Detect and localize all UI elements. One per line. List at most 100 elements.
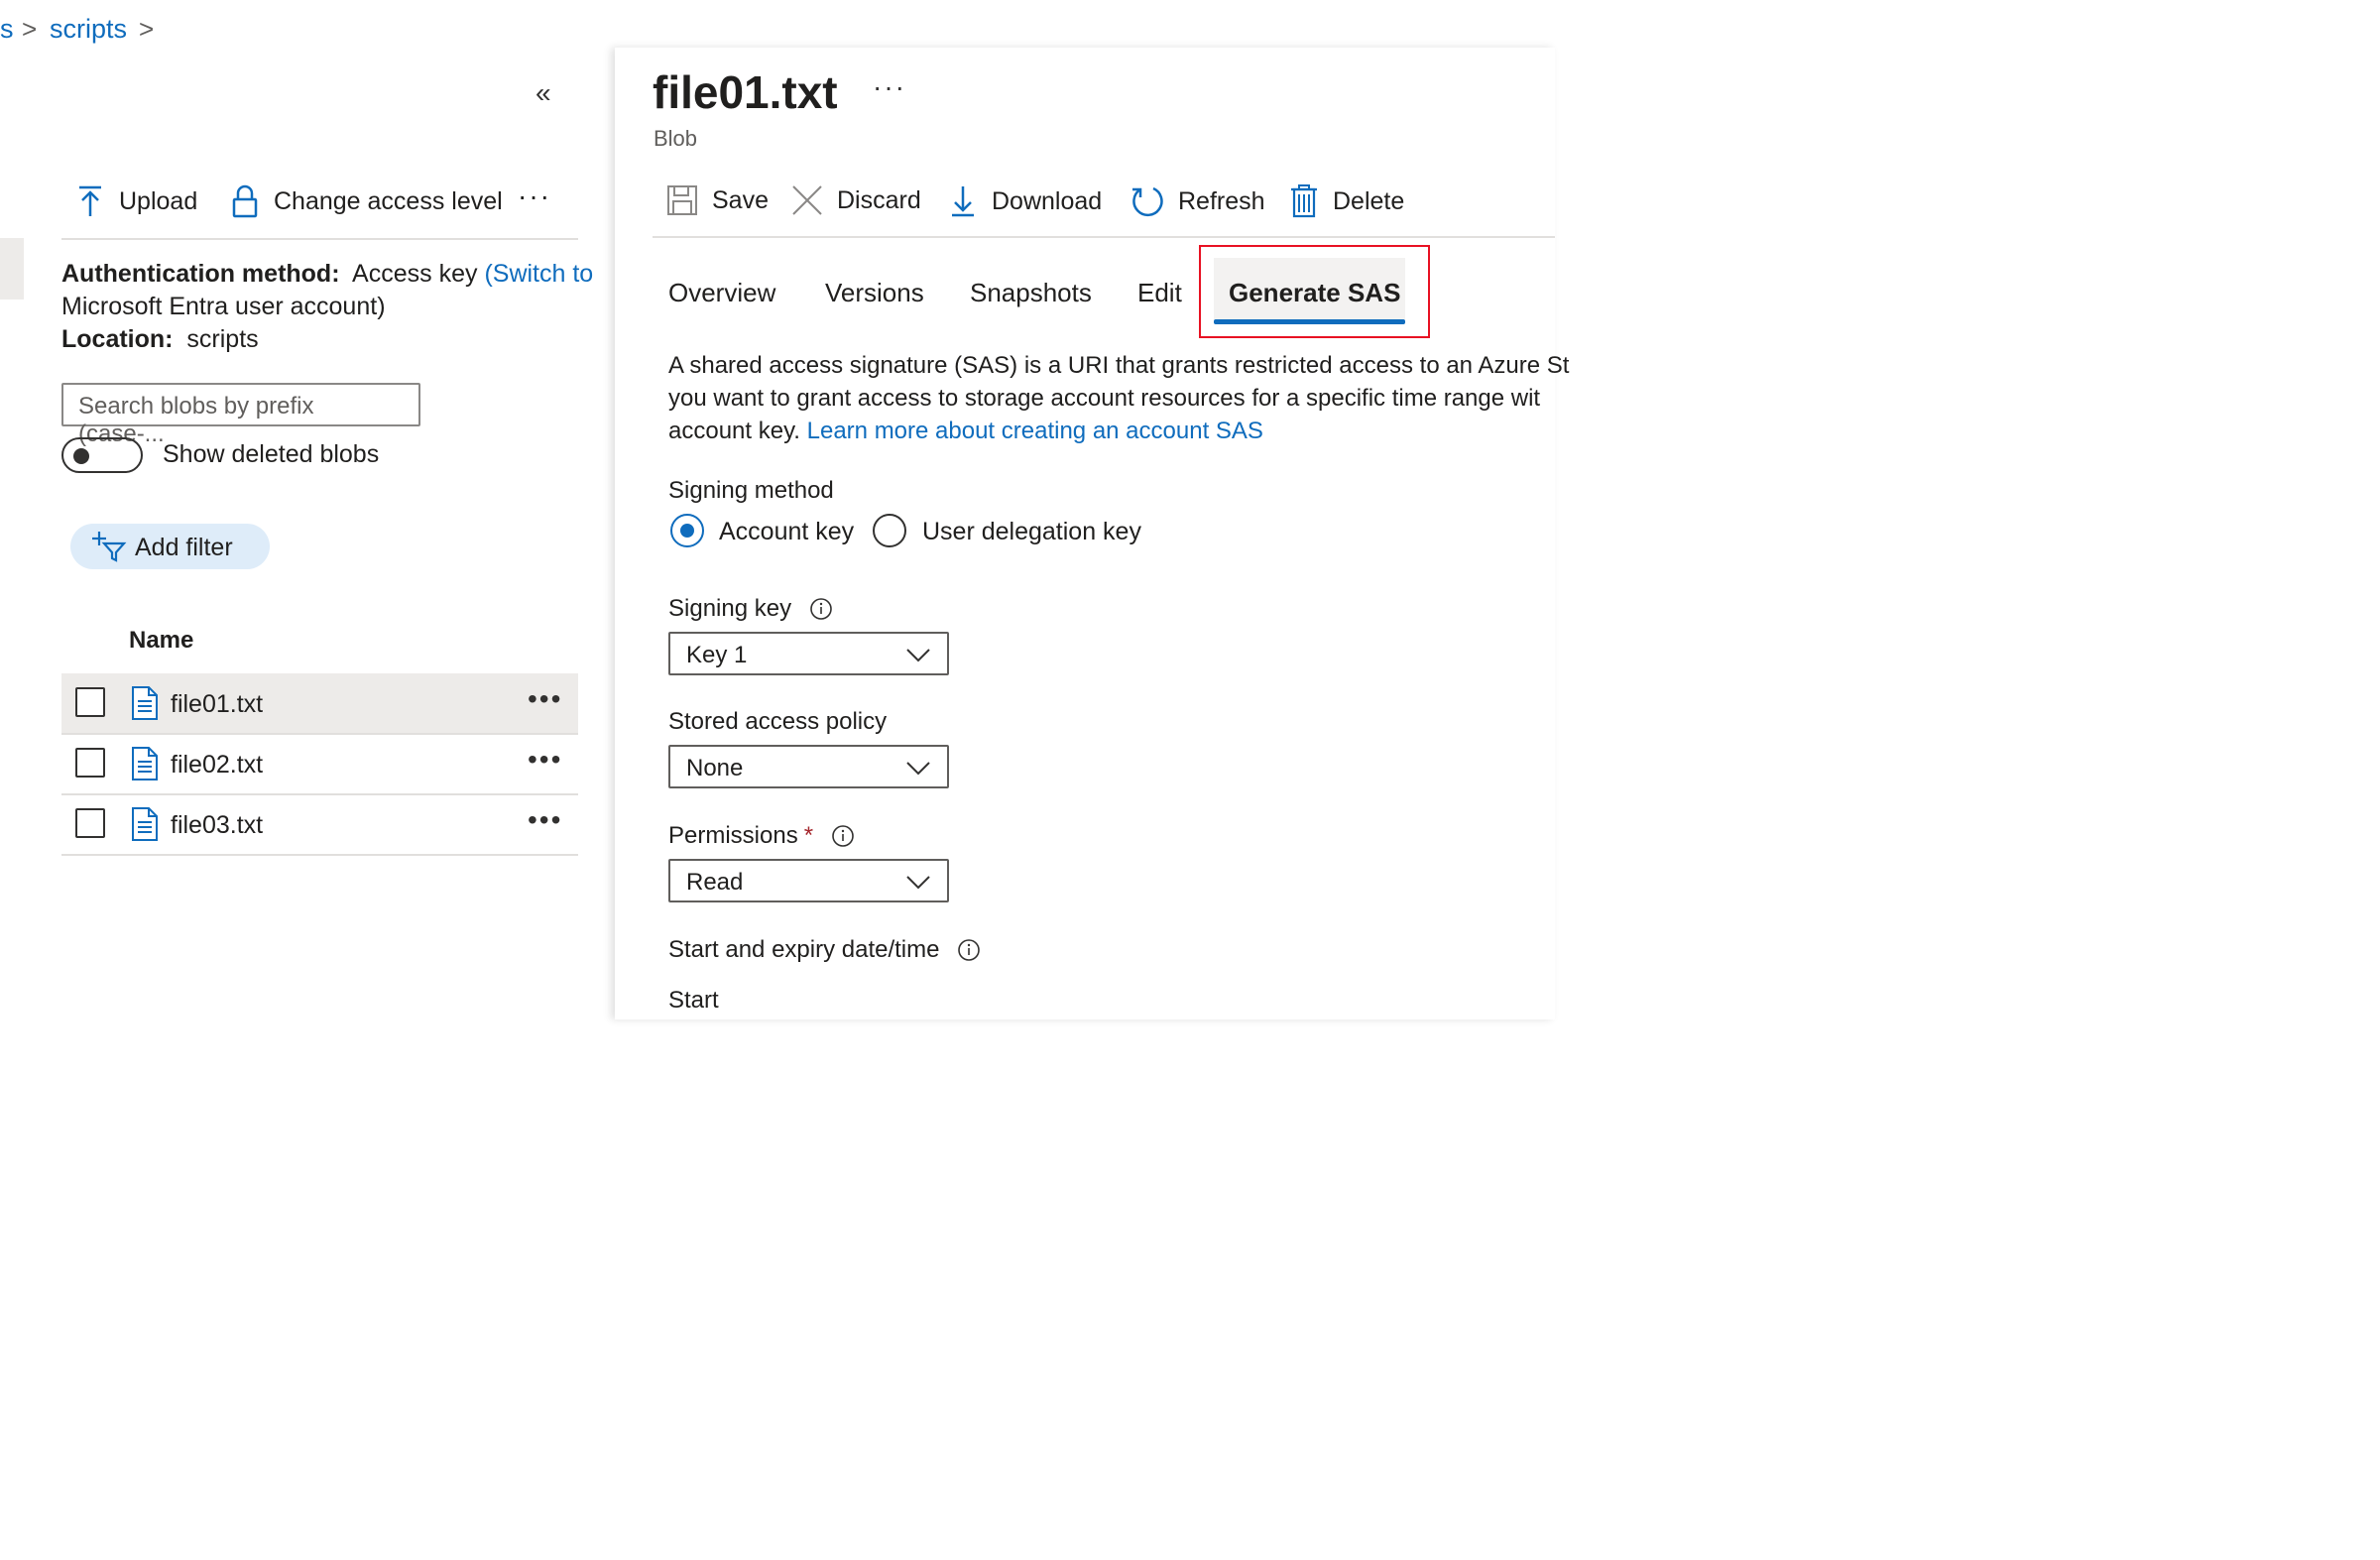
chevron-down-icon <box>906 876 930 890</box>
info-icon[interactable] <box>809 597 833 621</box>
change-access-level-button[interactable]: Change access level <box>230 184 503 218</box>
tab-overview[interactable]: Overview <box>668 278 775 308</box>
highlight-annotation-box <box>1199 245 1430 338</box>
sas-description: A shared access signature (SAS) is a URI… <box>668 349 1570 447</box>
permissions-field-label: Permissions * <box>668 822 855 850</box>
breadcrumb-prev[interactable]: s <box>0 14 14 45</box>
title-more-button[interactable]: ··· <box>873 71 906 103</box>
auth-method-label: Authentication method: <box>61 260 340 288</box>
breadcrumb-separator: > <box>22 14 38 44</box>
trash-icon <box>1291 184 1317 218</box>
container-toolbar: Upload Change access level ··· <box>61 179 578 240</box>
upload-icon <box>79 185 101 216</box>
row-more-button[interactable]: ••• <box>528 683 562 715</box>
signing-method-label: Signing method <box>668 477 834 504</box>
radio-account-key-label[interactable]: Account key <box>719 518 854 546</box>
file-name[interactable]: file03.txt <box>171 811 263 840</box>
row-more-button[interactable]: ••• <box>528 804 562 836</box>
signing-key-label: Signing key <box>668 595 792 622</box>
learn-more-link[interactable]: Learn more about creating an account SAS <box>807 418 1263 444</box>
upload-label: Upload <box>119 186 198 215</box>
upload-button[interactable]: Upload <box>75 184 197 218</box>
chevron-down-icon <box>906 762 930 776</box>
permissions-dropdown[interactable]: Read <box>668 859 949 902</box>
refresh-button[interactable]: Refresh <box>1130 184 1265 218</box>
save-label: Save <box>712 185 769 214</box>
file-name[interactable]: file02.txt <box>171 751 263 780</box>
text-file-icon <box>132 747 158 780</box>
download-button[interactable]: Download <box>948 184 1102 218</box>
blob-search-input[interactable]: Search blobs by prefix (case-... <box>61 383 420 447</box>
tab-snapshots[interactable]: Snapshots <box>970 278 1092 308</box>
show-deleted-toggle[interactable] <box>61 437 143 473</box>
switch-auth-link-cont[interactable]: Microsoft Entra user account) <box>61 291 386 323</box>
row-more-button[interactable]: ••• <box>528 744 562 776</box>
signing-key-field-label: Signing key <box>668 595 833 623</box>
delete-button[interactable]: Delete <box>1289 184 1404 218</box>
text-file-icon <box>132 686 158 720</box>
breadcrumb-current[interactable]: scripts <box>50 14 127 45</box>
radio-account-key[interactable] <box>670 514 704 547</box>
dropdown-value: Read <box>686 869 744 896</box>
download-label: Download <box>992 186 1103 215</box>
description-line: A shared access signature (SAS) is a URI… <box>668 352 1570 379</box>
permissions-label: Permissions <box>668 822 798 849</box>
description-text: account key. <box>668 418 800 444</box>
page-subtitle: Blob <box>654 126 698 151</box>
stored-access-policy-dropdown[interactable]: None <box>668 745 949 788</box>
start-expiry-field-label: Start and expiry date/time <box>668 936 981 964</box>
refresh-icon <box>1132 186 1163 217</box>
required-mark: * <box>803 822 814 849</box>
lock-icon <box>232 184 258 218</box>
tab-edit[interactable]: Edit <box>1137 278 1182 308</box>
radio-user-delegation-key-label[interactable]: User delegation key <box>922 518 1141 546</box>
page-title: file01.txt <box>653 66 838 118</box>
add-filter-icon <box>92 532 127 562</box>
delete-label: Delete <box>1333 186 1405 215</box>
location-line: Location: scripts <box>61 323 259 356</box>
table-row[interactable]: file02.txt ••• <box>61 734 578 795</box>
auth-method-value: Access key <box>352 260 478 288</box>
close-icon <box>792 185 822 215</box>
text-file-icon <box>132 807 158 841</box>
signing-key-dropdown[interactable]: Key 1 <box>668 632 949 675</box>
info-icon[interactable] <box>831 824 855 848</box>
download-icon <box>952 186 974 217</box>
tab-versions[interactable]: Versions <box>825 278 924 308</box>
stored-access-policy-label: Stored access policy <box>668 708 888 735</box>
location-label: Location: <box>61 325 174 353</box>
show-deleted-label: Show deleted blobs <box>163 440 380 468</box>
name-column-header[interactable]: Name <box>129 627 193 655</box>
file-name[interactable]: file01.txt <box>171 690 263 719</box>
discard-button[interactable]: Discard <box>791 184 921 216</box>
location-value: scripts <box>186 325 259 353</box>
left-nav-selected-strip <box>0 238 24 300</box>
chevron-down-icon <box>906 649 930 662</box>
table-row[interactable]: file03.txt ••• <box>61 794 578 856</box>
auth-method-line: Authentication method: Access key (Switc… <box>61 258 593 291</box>
start-label: Start <box>668 987 719 1014</box>
toggle-knob <box>73 448 89 464</box>
start-expiry-label: Start and expiry date/time <box>668 936 940 963</box>
switch-auth-link[interactable]: (Switch to <box>484 260 593 288</box>
collapse-panel-icon[interactable]: « <box>536 77 551 109</box>
dropdown-value: None <box>686 755 744 781</box>
description-line: account key. Learn more about creating a… <box>668 415 1555 447</box>
row-checkbox[interactable] <box>75 687 105 717</box>
info-icon[interactable] <box>957 938 981 962</box>
blob-toolbar: Save Discard Download Refresh Delete <box>653 179 1555 238</box>
description-line: you want to grant access to storage acco… <box>668 385 1541 412</box>
row-checkbox[interactable] <box>75 748 105 778</box>
table-row[interactable]: file01.txt ••• <box>61 673 578 735</box>
save-icon <box>667 185 697 215</box>
left-toolbar-more-button[interactable]: ··· <box>518 180 551 212</box>
discard-label: Discard <box>837 185 921 214</box>
refresh-label: Refresh <box>1178 186 1265 215</box>
radio-user-delegation-key[interactable] <box>873 514 906 547</box>
change-access-label: Change access level <box>274 186 503 215</box>
add-filter-label: Add filter <box>135 534 233 561</box>
save-button[interactable]: Save <box>666 184 769 216</box>
breadcrumb-separator: > <box>139 14 155 44</box>
row-checkbox[interactable] <box>75 808 105 838</box>
dropdown-value: Key 1 <box>686 642 748 668</box>
